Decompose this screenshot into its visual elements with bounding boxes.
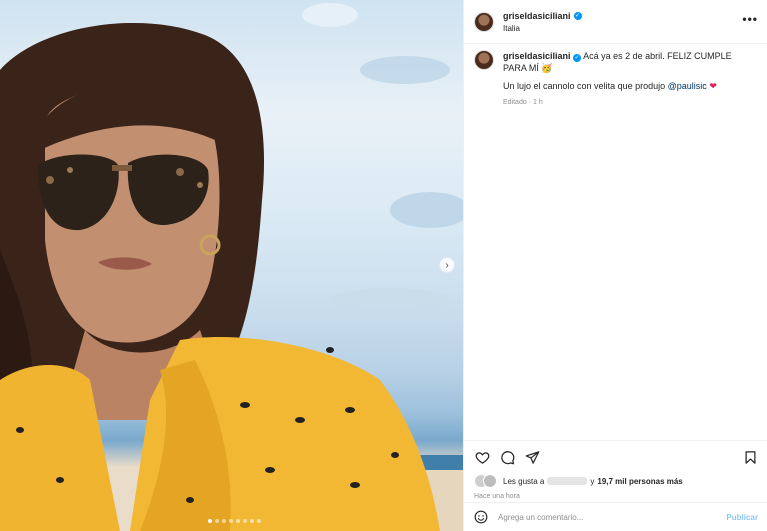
- carousel-dot: [229, 519, 233, 523]
- mention-link[interactable]: @paulisic: [668, 81, 707, 91]
- avatar[interactable]: [474, 11, 494, 32]
- username-label[interactable]: griseldasiciliani: [503, 51, 571, 61]
- liker-avatars: [474, 474, 497, 488]
- likes-conjunction: y: [590, 476, 595, 486]
- red-heart-icon: ❤: [709, 81, 717, 91]
- verified-badge-icon: ✓: [573, 11, 582, 20]
- caption-author[interactable]: griseldasiciliani ✓: [503, 51, 582, 62]
- post-actions: Les gusta a y 19,7 mil personas más Hace…: [464, 440, 767, 500]
- carousel-dot: [215, 519, 219, 523]
- more-options-icon[interactable]: •••: [742, 12, 758, 26]
- likes-prefix: Les gusta a: [503, 476, 545, 486]
- post-header: griseldasiciliani ✓ Italia •••: [464, 0, 767, 44]
- publish-button[interactable]: Publicar: [726, 513, 758, 522]
- edited-label: Editado: [503, 99, 527, 106]
- likes-count[interactable]: 19,7 mil personas más: [597, 477, 682, 486]
- comment-input[interactable]: [498, 512, 727, 522]
- post-sidebar: griseldasiciliani ✓ Italia ••• griseldas…: [463, 0, 767, 531]
- comment-bar: Publicar: [464, 502, 767, 531]
- likes-summary: Les gusta a y 19,7 mil personas más: [474, 474, 758, 488]
- avatar[interactable]: [474, 50, 494, 70]
- caption-text-2: Un lujo el cannolo con velita que produj…: [503, 81, 666, 91]
- comment-icon[interactable]: [499, 449, 515, 465]
- carousel-dot: [250, 519, 254, 523]
- carousel-dot: [236, 519, 240, 523]
- post-author[interactable]: griseldasiciliani ✓: [503, 11, 582, 21]
- post-timestamp[interactable]: Hace una hora: [474, 493, 758, 500]
- carousel-next-button[interactable]: ›: [439, 257, 455, 273]
- caption-meta: Editado · 1 h: [503, 99, 543, 106]
- party-emoji-icon: 🥳: [541, 63, 553, 73]
- blurred-username: [547, 477, 588, 485]
- post-photo[interactable]: ›: [0, 0, 463, 531]
- avatar: [483, 474, 497, 488]
- instagram-post-view: › griseldasiciliani ✓ Italia ••• griseld…: [0, 0, 767, 531]
- carousel-dot: [208, 519, 212, 523]
- carousel-indicator: [208, 519, 261, 523]
- carousel-dot: [222, 519, 226, 523]
- carousel-dot: [243, 519, 247, 523]
- bookmark-icon[interactable]: [742, 449, 758, 465]
- selfie-illustration: [0, 3, 463, 531]
- verified-badge-icon: ✓: [573, 54, 582, 62]
- share-icon[interactable]: [524, 449, 540, 465]
- carousel-dot: [257, 519, 261, 523]
- username-label[interactable]: griseldasiciliani: [503, 11, 571, 21]
- caption-age[interactable]: 1 h: [533, 99, 543, 106]
- location-link[interactable]: Italia: [503, 24, 582, 33]
- heart-icon[interactable]: [474, 449, 490, 465]
- emoji-icon[interactable]: [474, 510, 488, 524]
- caption: griseldasiciliani ✓ Acá ya es 2 de abril…: [474, 50, 758, 109]
